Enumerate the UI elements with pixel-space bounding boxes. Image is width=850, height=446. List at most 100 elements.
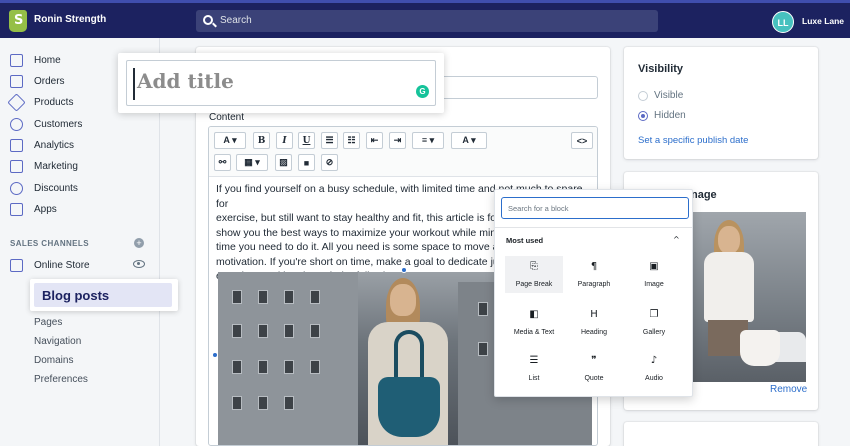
hidden-radio-label[interactable]: Hidden bbox=[654, 110, 686, 121]
link-button[interactable]: ⚯ bbox=[214, 154, 231, 171]
numbered-list-button[interactable]: ☷ bbox=[343, 132, 360, 149]
italic-button[interactable]: I bbox=[276, 132, 293, 149]
search-input[interactable]: Search bbox=[196, 10, 658, 32]
clear-format-icon: ⊘ bbox=[325, 157, 334, 167]
bottom-card bbox=[624, 422, 818, 446]
sidebar-item-analytics[interactable]: Analytics bbox=[10, 136, 74, 154]
window bbox=[258, 396, 268, 410]
audio-icon: ♪ bbox=[650, 355, 658, 366]
paragraph-icon: ¶ bbox=[590, 261, 598, 272]
window bbox=[478, 302, 488, 316]
indent-icon: ⇥ bbox=[393, 135, 402, 145]
sidebar-subitem-pages[interactable]: Pages bbox=[34, 317, 62, 328]
window bbox=[232, 360, 242, 374]
publish-date-link[interactable]: Set a specific publish date bbox=[638, 135, 748, 146]
window bbox=[258, 324, 268, 338]
sidebar-item-marketing[interactable]: Marketing bbox=[10, 157, 78, 175]
sidebar-item-label: Online Store bbox=[34, 259, 90, 271]
visible-radio[interactable] bbox=[638, 91, 648, 101]
sidebar-item-home[interactable]: Home bbox=[10, 51, 61, 69]
user-name[interactable]: Luxe Lane bbox=[802, 16, 844, 26]
link-icon: ⚯ bbox=[218, 157, 227, 167]
person-head bbox=[390, 284, 416, 316]
window bbox=[258, 290, 268, 304]
insert-video-button[interactable]: ■ bbox=[298, 154, 315, 171]
visible-radio-label[interactable]: Visible bbox=[654, 90, 683, 101]
sidebar-item-label: Products bbox=[34, 96, 74, 108]
featured-image-title: nage bbox=[691, 189, 717, 201]
store-name[interactable]: Ronin Strength bbox=[34, 14, 106, 25]
sidebar-item-discounts[interactable]: Discounts bbox=[10, 179, 78, 197]
image-resize-handle[interactable] bbox=[401, 267, 407, 273]
sidebar-item-online-store[interactable]: Online Store bbox=[10, 256, 90, 274]
sidebar-item-label: Customers bbox=[34, 118, 83, 130]
tag-icon bbox=[7, 92, 26, 112]
collapse-chevron-icon[interactable]: ^ bbox=[673, 235, 680, 244]
sidebar-item-customers[interactable]: Customers bbox=[10, 115, 82, 133]
insert-image-button[interactable]: ▨ bbox=[275, 154, 292, 171]
gallery-icon: ❐ bbox=[649, 309, 659, 320]
table-dropdown[interactable]: ▦ ▾ bbox=[236, 154, 268, 171]
home-icon bbox=[10, 53, 23, 67]
sidebar-item-blog-posts[interactable]: Blog posts bbox=[30, 279, 178, 311]
sidebar-item-label: Home bbox=[34, 54, 61, 66]
bullet-list-button[interactable]: ☰ bbox=[321, 132, 338, 149]
quote-icon: ❞ bbox=[591, 355, 597, 366]
hidden-radio[interactable] bbox=[638, 111, 648, 121]
grammarly-icon[interactable]: G bbox=[416, 85, 429, 98]
table-icon: ▦ ▾ bbox=[244, 157, 260, 167]
code-view-button[interactable]: <> bbox=[571, 132, 593, 149]
bold-button[interactable]: B bbox=[253, 132, 270, 149]
block-label: Heading bbox=[580, 329, 608, 336]
person-head bbox=[718, 226, 740, 254]
numbered-list-icon: ☷ bbox=[347, 135, 356, 145]
indent-button[interactable]: ⇥ bbox=[389, 132, 406, 149]
block-list[interactable]: ☰ List bbox=[505, 350, 563, 387]
remove-image-link[interactable]: Remove bbox=[770, 384, 807, 395]
teal-handbag bbox=[378, 377, 440, 437]
block-label: Paragraph bbox=[577, 281, 611, 288]
block-audio[interactable]: ♪ Audio bbox=[625, 350, 683, 387]
sidebar-item-label: Analytics bbox=[34, 139, 75, 151]
sidebar-subitem-preferences[interactable]: Preferences bbox=[34, 374, 88, 385]
block-paragraph[interactable]: ¶ Paragraph bbox=[565, 256, 623, 293]
person-coat bbox=[704, 252, 754, 322]
block-media-text[interactable]: ◧ Media & Text bbox=[505, 304, 563, 341]
search-placeholder: Search bbox=[220, 15, 252, 26]
block-search-input[interactable]: Search for a block bbox=[501, 197, 689, 219]
font-style-dropdown[interactable]: A ▾ bbox=[214, 132, 246, 149]
block-heading[interactable]: H Heading bbox=[565, 304, 623, 341]
apps-icon bbox=[10, 202, 23, 216]
window bbox=[232, 396, 242, 410]
add-channel-icon[interactable]: + bbox=[134, 238, 144, 248]
clear-format-button[interactable]: ⊘ bbox=[321, 154, 338, 171]
align-dropdown[interactable]: ≡ ▾ bbox=[412, 132, 444, 149]
sidebar-item-products[interactable]: Products bbox=[7, 92, 74, 112]
list-icon: ☰ bbox=[529, 355, 539, 366]
block-label: Quote bbox=[584, 375, 604, 382]
sidebar-subitem-domains[interactable]: Domains bbox=[34, 355, 73, 366]
underline-button[interactable]: U bbox=[298, 132, 315, 149]
window bbox=[478, 342, 488, 356]
avatar[interactable]: LL bbox=[772, 11, 794, 33]
sidebar-subitem-navigation[interactable]: Navigation bbox=[34, 336, 81, 347]
image-resize-handle[interactable] bbox=[212, 352, 218, 358]
block-page-break[interactable]: ⎘ Page Break bbox=[505, 256, 563, 293]
title-input[interactable]: Add title G bbox=[126, 60, 436, 106]
block-image[interactable]: ▣ Image bbox=[625, 256, 683, 293]
shopify-logo-icon[interactable]: S bbox=[9, 10, 27, 32]
text-color-dropdown[interactable]: A ▾ bbox=[451, 132, 487, 149]
outdent-button[interactable]: ⇤ bbox=[366, 132, 383, 149]
eye-icon[interactable] bbox=[133, 260, 145, 268]
window bbox=[310, 360, 320, 374]
block-inserter-popover: Search for a block Most used ^ ⎘ Page Br… bbox=[494, 189, 693, 397]
sidebar-item-apps[interactable]: Apps bbox=[10, 200, 57, 218]
content-label: Content bbox=[209, 112, 245, 123]
block-label: Gallery bbox=[642, 329, 666, 336]
editor-toolbar: A ▾ B I U ☰ ☷ ⇤ ⇥ ≡ ▾ A ▾ <> ⚯ ▦ ▾ ▨ ■ ⊘ bbox=[209, 127, 597, 177]
sidebar-item-orders[interactable]: Orders bbox=[10, 72, 65, 90]
visibility-title: Visibility bbox=[638, 63, 684, 75]
block-gallery[interactable]: ❐ Gallery bbox=[625, 304, 683, 341]
text-caret bbox=[133, 68, 135, 100]
block-quote[interactable]: ❞ Quote bbox=[565, 350, 623, 387]
